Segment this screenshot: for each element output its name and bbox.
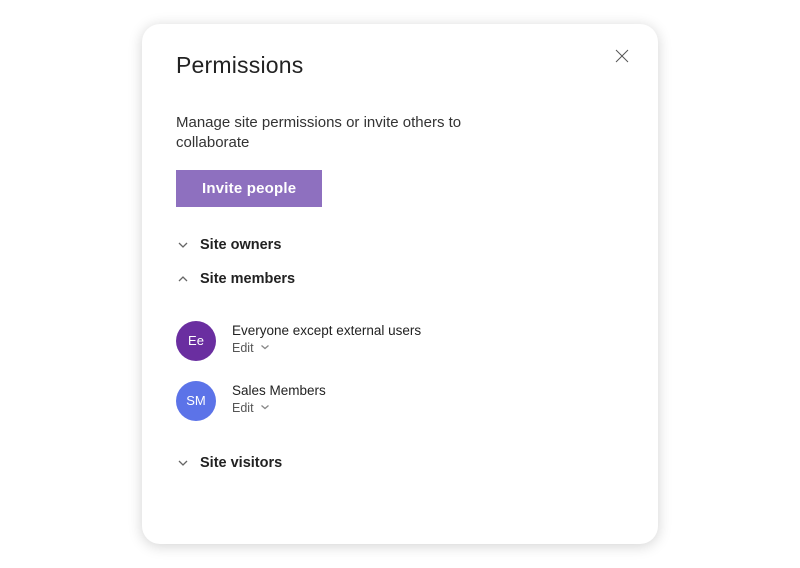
member-name: Everyone except external users <box>232 323 421 338</box>
member-row: SM Sales Members Edit <box>176 373 624 433</box>
member-info: Sales Members Edit <box>232 381 326 415</box>
avatar: Ee <box>176 321 216 361</box>
avatar: SM <box>176 381 216 421</box>
permission-dropdown[interactable]: Edit <box>232 401 326 415</box>
section-site-visitors[interactable]: Site visitors <box>176 447 624 479</box>
panel-title: Permissions <box>176 52 624 79</box>
permission-dropdown[interactable]: Edit <box>232 341 421 355</box>
members-list: Ee Everyone except external users Edit S… <box>176 313 624 433</box>
panel-subtitle: Manage site permissions or invite others… <box>176 113 536 154</box>
permissions-panel: Permissions Manage site permissions or i… <box>142 24 658 544</box>
section-label-owners: Site owners <box>200 237 281 253</box>
chevron-down-icon <box>260 401 270 415</box>
close-button[interactable] <box>612 46 632 66</box>
member-info: Everyone except external users Edit <box>232 321 421 355</box>
close-icon <box>615 49 629 63</box>
section-label-visitors: Site visitors <box>200 455 282 471</box>
invite-people-button[interactable]: Invite people <box>176 170 322 207</box>
chevron-up-icon <box>176 272 190 286</box>
section-label-members: Site members <box>200 271 295 287</box>
chevron-down-icon <box>176 238 190 252</box>
permission-label: Edit <box>232 401 254 415</box>
chevron-down-icon <box>260 341 270 355</box>
member-name: Sales Members <box>232 383 326 398</box>
member-row: Ee Everyone except external users Edit <box>176 313 624 373</box>
section-site-owners[interactable]: Site owners <box>176 229 624 261</box>
permission-label: Edit <box>232 341 254 355</box>
chevron-down-icon <box>176 456 190 470</box>
section-site-members[interactable]: Site members <box>176 263 624 295</box>
